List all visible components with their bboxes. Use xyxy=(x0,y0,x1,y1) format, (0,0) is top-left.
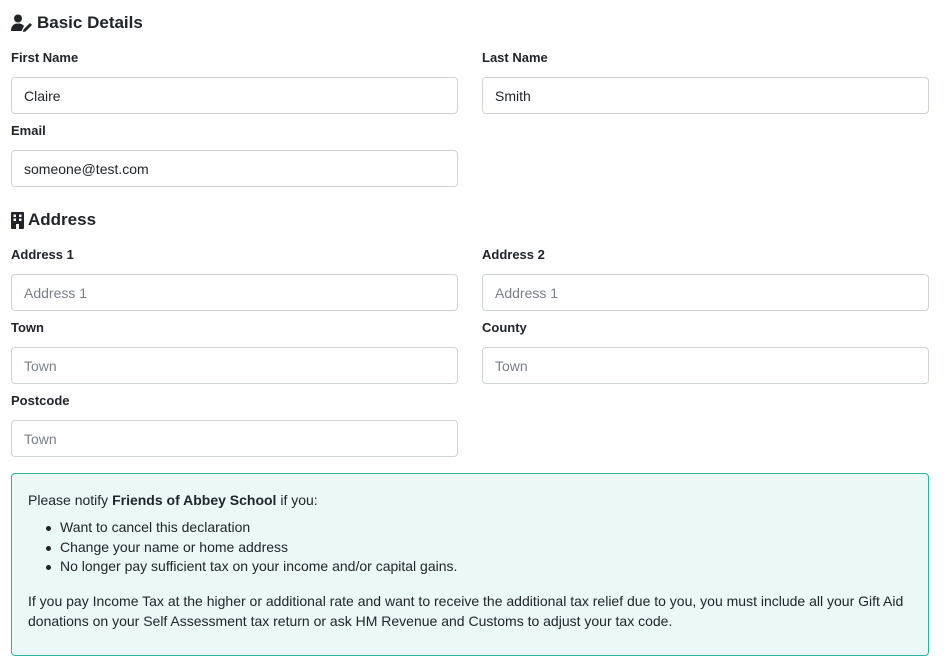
postcode-group: Postcode xyxy=(11,392,458,457)
last-name-input[interactable] xyxy=(482,77,929,114)
list-item: Change your name or home address xyxy=(46,538,912,558)
basic-details-heading: Basic Details xyxy=(11,12,143,34)
address-title: Address xyxy=(28,210,97,229)
address2-group: Address 2 xyxy=(482,246,929,311)
address1-group: Address 1 xyxy=(11,246,458,311)
county-input[interactable] xyxy=(482,347,929,384)
first-name-group: First Name xyxy=(11,49,458,114)
town-group: Town xyxy=(11,319,458,384)
user-edit-icon xyxy=(11,14,33,32)
first-name-label: First Name xyxy=(11,50,79,65)
building-icon xyxy=(11,211,24,229)
town-label: Town xyxy=(11,320,44,335)
postcode-label: Postcode xyxy=(11,393,70,408)
email-group: Email xyxy=(11,122,458,187)
address1-input[interactable] xyxy=(11,274,458,311)
basic-details-title: Basic Details xyxy=(37,13,143,32)
town-input[interactable] xyxy=(11,347,458,384)
postcode-input[interactable] xyxy=(11,420,458,457)
county-label: County xyxy=(482,320,527,335)
email-label: Email xyxy=(11,123,46,138)
address1-label: Address 1 xyxy=(11,247,74,262)
notice-intro: Please notify Friends of Abbey School if… xyxy=(28,490,912,510)
list-item: No longer pay sufficient tax on your inc… xyxy=(46,557,912,577)
email-input[interactable] xyxy=(11,150,458,187)
list-item: Want to cancel this declaration xyxy=(46,518,912,538)
address2-input[interactable] xyxy=(482,274,929,311)
address-heading: Address xyxy=(11,209,96,231)
gift-aid-notice: Please notify Friends of Abbey School if… xyxy=(11,473,929,656)
first-name-input[interactable] xyxy=(11,77,458,114)
address2-label: Address 2 xyxy=(482,247,545,262)
gift-aid-form: Basic Details First Name Last Name Email… xyxy=(0,0,951,665)
notice-list: Want to cancel this declaration Change y… xyxy=(28,518,912,577)
organisation-name: Friends of Abbey School xyxy=(112,492,277,508)
notice-footer: If you pay Income Tax at the higher or a… xyxy=(28,592,904,629)
last-name-label: Last Name xyxy=(482,50,548,65)
notice-intro-prefix: Please notify xyxy=(28,492,113,508)
notice-intro-suffix: if you: xyxy=(276,492,318,508)
county-group: County xyxy=(482,319,929,384)
last-name-group: Last Name xyxy=(482,49,929,114)
